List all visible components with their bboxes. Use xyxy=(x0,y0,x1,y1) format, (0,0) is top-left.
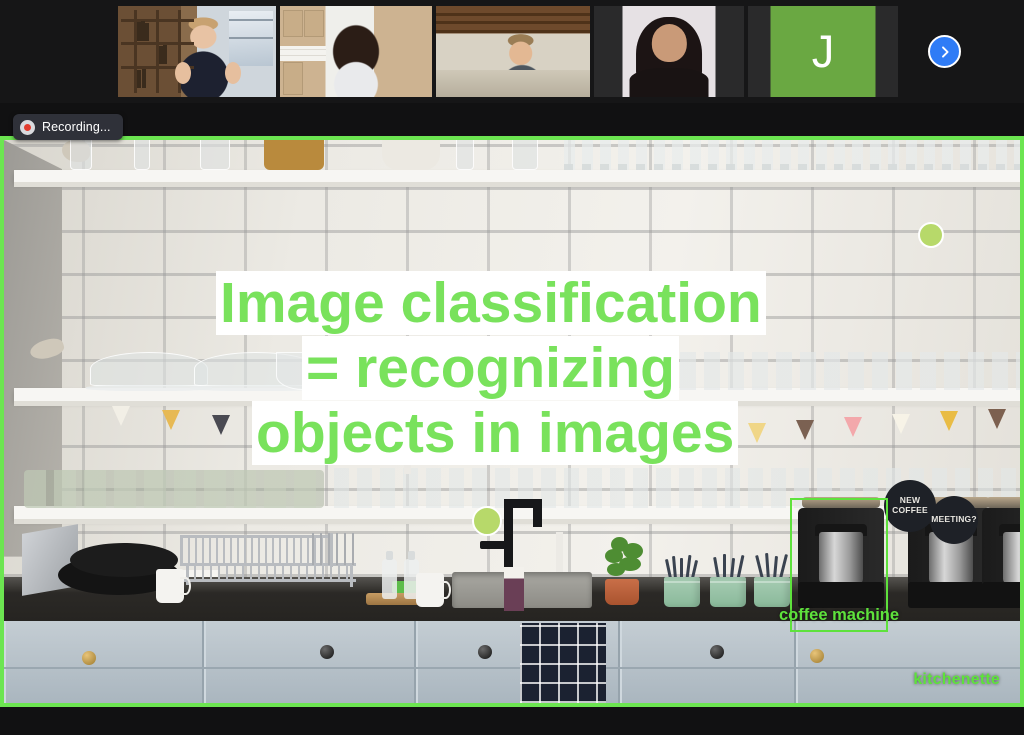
meeting-sign: MEETING? xyxy=(930,496,978,544)
participant-video-3 xyxy=(436,6,590,97)
chevron-right-icon xyxy=(938,45,952,59)
cutlery-2 xyxy=(712,554,748,580)
participant-video-2 xyxy=(280,6,432,97)
cutlery-pot-2 xyxy=(710,577,746,607)
avatar-initial: J xyxy=(811,26,835,77)
meeting-window: J Recording... NEW COFFEE MEETING? coffe… xyxy=(0,0,1024,735)
participant-tile-4[interactable] xyxy=(594,6,744,97)
white-jug xyxy=(416,573,451,607)
cutlery-pot-3 xyxy=(754,577,790,607)
kitchen-scene-image: NEW COFFEE MEETING? coffee machine kitch… xyxy=(4,140,1020,703)
participant-tile-3[interactable] xyxy=(436,6,590,97)
cutlery-3 xyxy=(755,552,792,580)
shelf-top xyxy=(14,170,1020,182)
next-page-button[interactable] xyxy=(928,35,961,68)
green-wall-sticker-1 xyxy=(472,506,502,536)
object-bounding-box: coffee machine xyxy=(779,498,899,632)
participant-video-1 xyxy=(118,6,276,97)
white-pitcher xyxy=(156,569,191,603)
bounding-box-label: coffee machine xyxy=(778,606,900,625)
recording-badge: Recording... xyxy=(13,114,123,140)
tea-towel xyxy=(520,623,606,703)
scene-classification-label: kitchenette xyxy=(913,671,1000,688)
coffee-machine-3 xyxy=(982,497,1020,608)
new-coffee-sign-label: NEW COFFEE xyxy=(892,495,928,515)
potted-plant xyxy=(599,533,645,605)
shared-screen-content[interactable]: NEW COFFEE MEETING? coffee machine kitch… xyxy=(0,136,1024,707)
participant-initial-avatar-5: J xyxy=(770,6,876,97)
meeting-sign-label: MEETING? xyxy=(931,514,977,525)
hanging-cloth xyxy=(504,567,524,611)
cutlery-1 xyxy=(664,554,700,580)
cutlery-pot-1 xyxy=(664,577,700,607)
participant-tile-1[interactable] xyxy=(118,6,276,97)
green-wall-sticker-2 xyxy=(918,222,944,248)
record-dot-icon xyxy=(20,119,35,135)
recording-label: Recording... xyxy=(42,120,111,134)
participant-filmstrip: J xyxy=(0,0,1024,103)
participant-tile-5[interactable]: J xyxy=(748,6,898,97)
soap-bottle-1 xyxy=(382,551,397,599)
base-cabinets xyxy=(4,621,1020,703)
new-coffee-sign: NEW COFFEE xyxy=(884,480,936,532)
dish-rack xyxy=(180,533,356,591)
participant-tile-2[interactable] xyxy=(280,6,432,97)
participant-avatar-photo-4 xyxy=(622,6,716,97)
